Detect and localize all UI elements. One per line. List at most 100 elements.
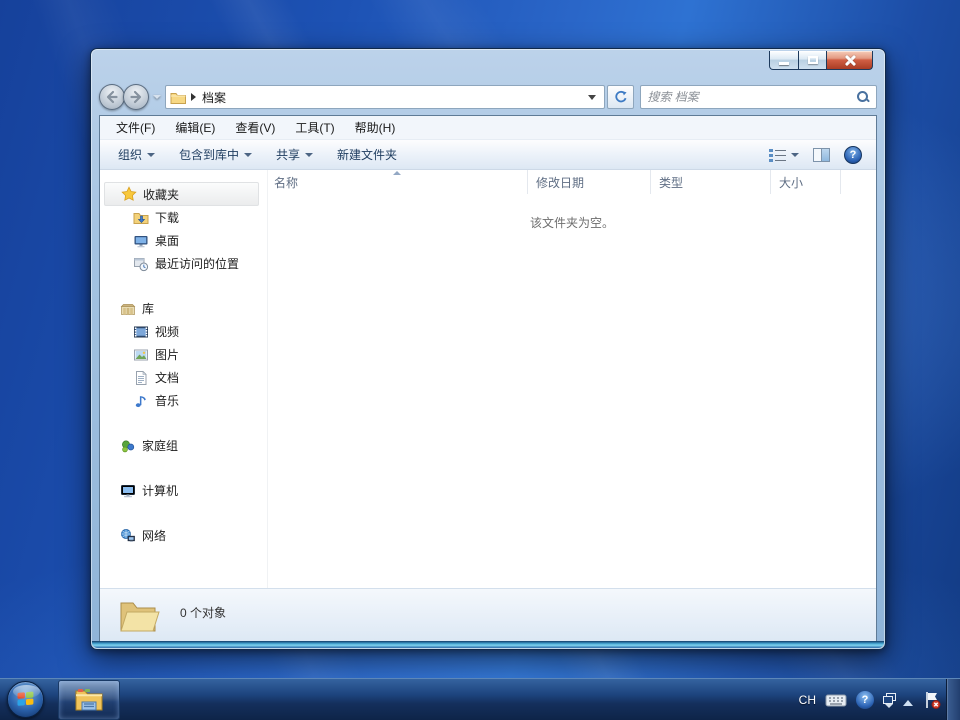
- sidebar-item-label: 视频: [155, 325, 180, 339]
- search-input[interactable]: [647, 90, 856, 104]
- column-header-date-modified[interactable]: 修改日期: [528, 170, 651, 194]
- sidebar-item-favorites[interactable]: 收藏夹: [104, 182, 259, 206]
- help-button[interactable]: ?: [844, 145, 862, 164]
- sidebar-item-label: 图片: [155, 348, 180, 362]
- organize-label: 组织: [118, 148, 143, 162]
- chevron-right-icon: [190, 93, 196, 101]
- language-bar-options[interactable]: [883, 692, 896, 708]
- sidebar-item-documents[interactable]: 文档: [100, 366, 267, 389]
- back-arrow-icon: [106, 90, 118, 104]
- sidebar-item-recent-places[interactable]: 最近访问的位置: [100, 252, 267, 275]
- window-bottom-glass: [92, 641, 884, 648]
- search-box: [640, 85, 877, 109]
- sidebar-item-network[interactable]: 网络: [100, 524, 267, 547]
- taskbar[interactable]: CH ?: [0, 678, 960, 720]
- chevron-down-icon: [147, 152, 156, 157]
- empty-folder-message: 该文件夹为空。: [529, 216, 614, 230]
- sidebar-item-label: 文档: [155, 371, 180, 385]
- list-view-icon: [769, 147, 786, 162]
- address-bar[interactable]: 档案: [164, 85, 606, 109]
- toolbar-right-icons: ?: [769, 145, 866, 164]
- keyboard-icon[interactable]: [825, 693, 847, 708]
- column-label: 修改日期: [536, 175, 585, 190]
- minimize-button[interactable]: [769, 51, 799, 70]
- downloads-folder-icon: [133, 212, 149, 224]
- sidebar-item-computer[interactable]: 计算机: [100, 479, 267, 502]
- forward-arrow-icon: [130, 90, 142, 104]
- new-folder-button[interactable]: 新建文件夹: [329, 142, 405, 167]
- address-dropdown-icon[interactable]: [588, 94, 597, 100]
- sidebar-item-label: 下载: [155, 211, 180, 225]
- back-button[interactable]: [99, 84, 125, 110]
- libraries-icon: [120, 303, 136, 315]
- menu-file[interactable]: 文件(F): [106, 116, 165, 139]
- sidebar-item-videos[interactable]: 视频: [100, 320, 267, 343]
- sidebar-item-label: 最近访问的位置: [155, 257, 240, 271]
- column-label: 名称: [274, 175, 299, 190]
- forward-button[interactable]: [122, 84, 149, 110]
- sidebar-item-label: 桌面: [155, 234, 180, 248]
- taskbar-explorer-button[interactable]: [58, 680, 120, 720]
- sidebar-item-label: 网络: [142, 529, 167, 543]
- menu-tools[interactable]: 工具(T): [285, 116, 344, 139]
- pictures-icon: [134, 349, 148, 360]
- videos-icon: [134, 326, 148, 337]
- change-view-button[interactable]: [769, 147, 799, 162]
- sidebar-item-homegroup[interactable]: 家庭组: [100, 434, 267, 457]
- breadcrumb[interactable]: 档案: [187, 89, 230, 106]
- sidebar-item-label: 库: [142, 302, 155, 316]
- refresh-icon: [615, 90, 627, 103]
- input-language-indicator[interactable]: CH: [799, 693, 816, 707]
- network-icon: [121, 528, 135, 542]
- navigation-row: 档案: [99, 79, 877, 115]
- search-icon[interactable]: [856, 90, 870, 104]
- start-button[interactable]: [7, 681, 44, 718]
- preview-pane-button[interactable]: [813, 147, 830, 162]
- windows-logo-icon: [17, 691, 34, 706]
- maximize-icon: [807, 56, 818, 64]
- share-button[interactable]: 共享: [268, 142, 321, 167]
- action-center-flag-icon[interactable]: [922, 690, 942, 710]
- menu-edit[interactable]: 编辑(E): [165, 116, 225, 139]
- breadcrumb-folder[interactable]: 档案: [202, 89, 226, 106]
- file-list: 名称 修改日期 类型 大小 该文件夹为空。: [267, 170, 876, 588]
- maximize-button[interactable]: [799, 51, 827, 70]
- sidebar-item-pictures[interactable]: 图片: [100, 343, 267, 366]
- chevron-down-icon: [791, 152, 799, 157]
- refresh-button[interactable]: [607, 85, 635, 109]
- minimize-icon: [779, 61, 789, 65]
- column-header-size[interactable]: 大小: [771, 170, 841, 194]
- sidebar-item-downloads[interactable]: 下载: [100, 206, 267, 229]
- close-button[interactable]: [827, 51, 873, 70]
- show-hidden-icons-button[interactable]: [903, 700, 913, 706]
- sidebar-item-label: 收藏夹: [143, 187, 180, 202]
- item-count: 0 个对象: [180, 606, 227, 620]
- desktop-icon: [134, 235, 148, 247]
- show-desktop-button[interactable]: [946, 679, 960, 720]
- star-icon: [121, 186, 137, 201]
- menu-view[interactable]: 查看(V): [225, 116, 285, 139]
- navigation-pane: 收藏夹 下载 桌面 最近访问的位置 库 视频 图片 文档 音乐 家庭组 计算机 …: [100, 170, 267, 588]
- organize-button[interactable]: 组织: [110, 142, 163, 167]
- new-folder-label: 新建文件夹: [337, 148, 398, 162]
- sidebar-item-music[interactable]: 音乐: [100, 389, 267, 412]
- sidebar-item-desktop[interactable]: 桌面: [100, 229, 267, 252]
- command-bar: 组织 包含到库中 共享 新建文件夹 ?: [100, 140, 876, 170]
- sort-ascending-icon: [393, 171, 401, 175]
- language-bar-help-icon[interactable]: ?: [856, 691, 874, 709]
- titlebar[interactable]: [99, 49, 877, 79]
- include-in-library-button[interactable]: 包含到库中: [171, 142, 260, 167]
- empty-folder-icon: [120, 602, 160, 632]
- music-icon: [135, 395, 146, 407]
- column-label: 类型: [659, 175, 684, 190]
- recent-pages-dropdown[interactable]: [152, 95, 161, 99]
- windows-explorer-icon: [75, 689, 103, 711]
- close-icon: [844, 54, 856, 66]
- column-header-type[interactable]: 类型: [651, 170, 771, 194]
- sidebar-item-libraries[interactable]: 库: [100, 297, 267, 320]
- menu-help[interactable]: 帮助(H): [345, 116, 406, 139]
- folder-icon: [170, 92, 186, 104]
